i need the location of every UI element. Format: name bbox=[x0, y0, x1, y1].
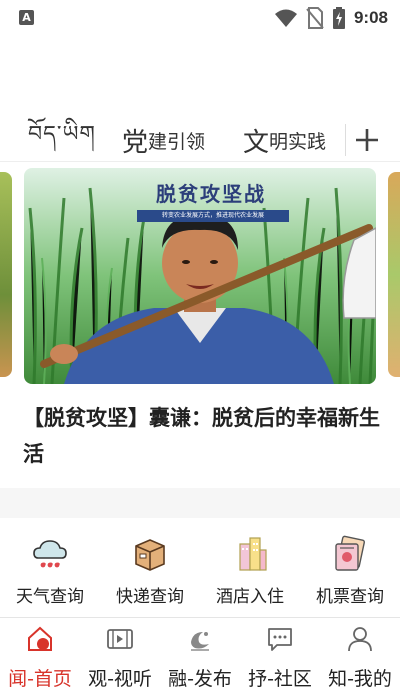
tab-divider bbox=[345, 124, 346, 156]
tab-label-rest: 建引领 bbox=[148, 130, 206, 153]
package-box-icon bbox=[135, 539, 165, 571]
carousel-prev-slide[interactable] bbox=[0, 172, 12, 377]
service-weather[interactable]: 天气查询 bbox=[0, 530, 100, 616]
battery-charging-icon bbox=[332, 7, 345, 29]
carousel-current-slide[interactable]: 脱贫攻坚战 转变农业发展方式，推进现代农业发展 bbox=[24, 168, 376, 384]
tab-civilization-practice[interactable]: 文明实践 bbox=[243, 118, 326, 162]
app-notification-icon: A bbox=[19, 10, 34, 25]
service-shortcuts: 天气查询 快递查询 酒店入住 机票查询 bbox=[0, 530, 400, 616]
nav-community[interactable]: 抒-社区 bbox=[240, 618, 320, 700]
hotel-building-icon bbox=[239, 537, 267, 571]
no-sim-icon bbox=[306, 7, 324, 29]
section-divider bbox=[0, 488, 400, 518]
home-icon bbox=[28, 626, 52, 651]
status-time: 9:08 bbox=[353, 8, 388, 27]
wifi-icon bbox=[274, 9, 297, 27]
news-headline[interactable]: 【脱贫攻坚】囊谦：脱贫后的幸福新生活 bbox=[23, 400, 383, 472]
nav-label: 融-发布 bbox=[168, 668, 232, 690]
nav-label: 抒-社区 bbox=[248, 668, 312, 690]
bottom-navigation: 闻-首页 观-视听 融-发布 抒-社区 知-我的 bbox=[0, 617, 400, 700]
flight-ticket-icon bbox=[335, 535, 365, 571]
publish-logo-icon bbox=[191, 632, 209, 651]
tab-tibetan[interactable]: བོད་ཡིག bbox=[28, 118, 96, 162]
news-carousel[interactable]: 脱贫攻坚战 转变农业发展方式，推进现代农业发展 bbox=[0, 168, 400, 386]
carousel-next-slide[interactable] bbox=[388, 172, 400, 377]
video-icon bbox=[107, 629, 133, 649]
service-label: 天气查询 bbox=[16, 587, 84, 607]
service-label: 快递查询 bbox=[116, 587, 184, 607]
status-bar: A 9:08 bbox=[0, 0, 400, 36]
tab-party-building[interactable]: 党建引领 bbox=[122, 118, 205, 162]
chat-bubble-icon bbox=[268, 628, 292, 651]
plus-icon[interactable] bbox=[352, 122, 382, 158]
service-express[interactable]: 快递查询 bbox=[100, 530, 200, 616]
nav-home[interactable]: 闻-首页 bbox=[0, 618, 80, 700]
service-label: 酒店入住 bbox=[216, 587, 284, 607]
nav-video[interactable]: 观-视听 bbox=[80, 618, 160, 700]
nav-label: 闻-首页 bbox=[8, 668, 72, 690]
nav-profile[interactable]: 知-我的 bbox=[320, 618, 400, 700]
tab-label-first-char: 文 bbox=[243, 127, 270, 158]
user-profile-icon bbox=[348, 627, 372, 652]
service-hotel[interactable]: 酒店入住 bbox=[200, 530, 300, 616]
service-flight[interactable]: 机票查询 bbox=[300, 530, 400, 616]
tab-label-rest: 明实践 bbox=[269, 130, 327, 153]
channel-tab-bar: བོད་ཡིག 党建引领 文明实践 bbox=[0, 118, 400, 162]
nav-label: 观-视听 bbox=[88, 668, 152, 690]
tab-label-first-char: 党 bbox=[122, 127, 149, 158]
slide-art-subtitle: 转变农业发展方式，推进现代农业发展 bbox=[137, 210, 289, 222]
status-icons: 9:08 bbox=[274, 6, 388, 30]
slide-art-title: 脱贫攻坚战 bbox=[156, 182, 266, 206]
nav-publish[interactable]: 融-发布 bbox=[160, 618, 240, 700]
weather-cloud-icon bbox=[33, 540, 67, 568]
service-label: 机票查询 bbox=[316, 587, 384, 607]
nav-label: 知-我的 bbox=[328, 668, 392, 690]
